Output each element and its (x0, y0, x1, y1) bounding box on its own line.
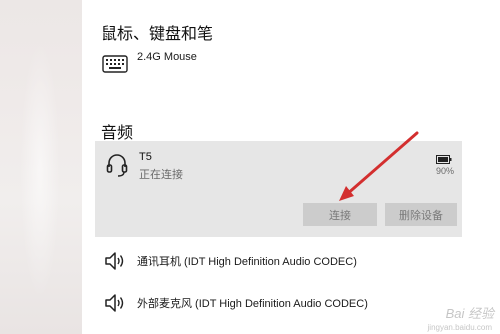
device-mouse-name: 2.4G Mouse (137, 51, 197, 63)
device-t5-name: T5 (139, 151, 152, 163)
device-headphones[interactable]: 通讯耳机 (IDT High Definition Audio CODEC) (101, 247, 357, 275)
watermark-url: jingyan.baidu.com (427, 323, 492, 332)
mouse-keyboard-pen-heading: 鼠标、键盘和笔 (101, 26, 214, 43)
remove-device-button[interactable]: 删除设备 (385, 203, 457, 226)
settings-content: 鼠标、键盘和笔 2.4G Mouse 音频 T5 正在连接 90% 连接 删除设… (82, 0, 500, 334)
device-t5-card[interactable]: T5 正在连接 90% 连接 删除设备 (95, 141, 462, 237)
device-mouse[interactable]: 2.4G Mouse (101, 50, 197, 78)
watermark-logo: Bai 经验 (445, 306, 494, 321)
speaker-icon (101, 247, 129, 275)
connect-button[interactable]: 连接 (303, 203, 377, 226)
device-t5-status: 正在连接 (139, 169, 183, 181)
audio-heading: 音频 (101, 125, 134, 142)
keyboard-icon (101, 50, 129, 78)
device-headphones-name: 通讯耳机 (IDT High Definition Audio CODEC) (137, 256, 357, 268)
device-microphone[interactable]: 外部麦克风 (IDT High Definition Audio CODEC) (101, 289, 368, 317)
headset-icon (103, 151, 131, 179)
device-microphone-name: 外部麦克风 (IDT High Definition Audio CODEC) (137, 298, 368, 310)
left-background-strip (0, 0, 82, 334)
speaker-icon (101, 289, 129, 317)
battery-percentage: 90% (435, 166, 454, 176)
